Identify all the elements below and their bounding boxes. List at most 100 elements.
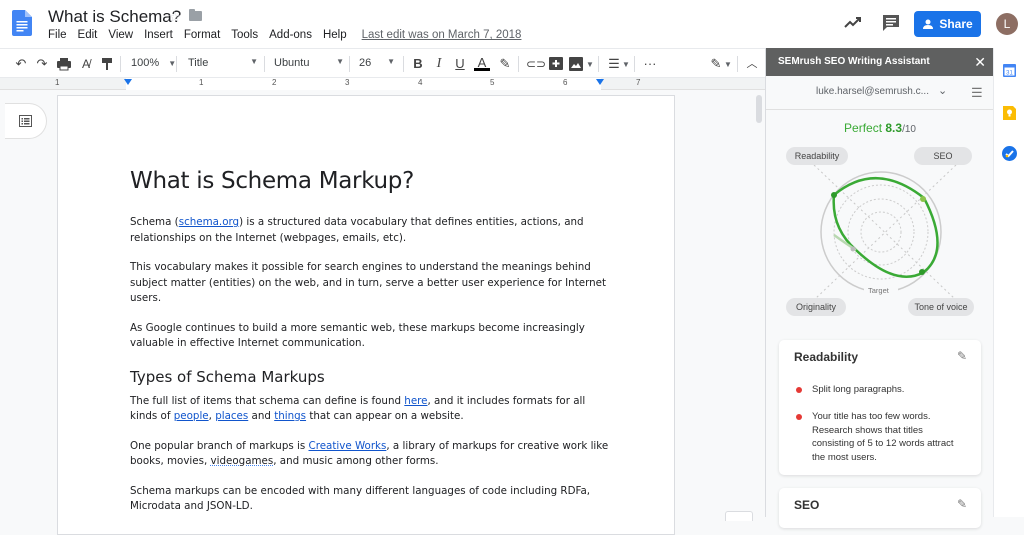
- account-selector[interactable]: luke.harsel@semrush.c...: [816, 86, 929, 97]
- menu-addons[interactable]: Add-ons: [269, 29, 312, 41]
- account-row: luke.harsel@semrush.c... ⌄ ☰: [766, 76, 994, 110]
- underline-button[interactable]: U: [452, 56, 468, 72]
- star-icon[interactable]: ☆: [168, 8, 181, 26]
- font-value: Ubuntu: [274, 57, 310, 69]
- seo-card: SEO ✎: [779, 488, 981, 528]
- here-link[interactable]: here: [404, 395, 427, 407]
- paragraph: This vocabulary makes it possible for se…: [130, 261, 607, 304]
- italic-button[interactable]: I: [431, 56, 447, 72]
- activity-trend-icon[interactable]: [843, 14, 863, 32]
- spellcheck-icon[interactable]: A̸: [78, 56, 94, 72]
- people-link[interactable]: people: [174, 410, 209, 422]
- close-icon[interactable]: ✕: [974, 48, 986, 76]
- ruler-label: 2: [272, 78, 277, 87]
- suggestion-item: Split long paragraphs.: [796, 383, 966, 397]
- last-edit-link[interactable]: Last edit was on March 7, 2018: [362, 29, 522, 41]
- style-value: Title: [188, 57, 209, 69]
- insert-image-icon[interactable]: [568, 56, 584, 72]
- spelling-suggestion[interactable]: videogames: [211, 455, 274, 467]
- ruler-label: 1: [55, 78, 60, 87]
- link-icon[interactable]: ⊂⊃: [526, 56, 546, 72]
- radar-label-seo[interactable]: SEO: [914, 147, 972, 165]
- semrush-sidebar: SEMrush SEO Writing Assistant ✕ luke.har…: [765, 48, 994, 528]
- things-link[interactable]: things: [274, 410, 306, 422]
- creative-works-link[interactable]: Creative Works: [309, 440, 387, 452]
- collapse-toolbar-icon[interactable]: ︿: [744, 56, 760, 72]
- ruler-label: 4: [418, 78, 423, 87]
- document-page[interactable]: What is Schema Markup? Schema (schema.or…: [57, 95, 675, 535]
- keep-icon[interactable]: [1003, 106, 1016, 120]
- document-heading: What is Schema Markup?: [130, 168, 414, 194]
- bold-button[interactable]: B: [410, 56, 426, 72]
- share-button[interactable]: Share: [914, 11, 981, 37]
- edit-pencil-icon[interactable]: ✎: [957, 497, 967, 511]
- folder-icon[interactable]: [189, 9, 202, 21]
- menu-view[interactable]: View: [108, 29, 133, 41]
- document-body[interactable]: What is Schema Markup? Schema (schema.or…: [130, 168, 610, 529]
- radar-target-label: Target: [868, 286, 889, 295]
- comments-icon[interactable]: [882, 14, 900, 32]
- menu-tools[interactable]: Tools: [231, 29, 258, 41]
- menu-file[interactable]: File: [48, 29, 67, 41]
- vertical-scrollbar[interactable]: [756, 95, 762, 123]
- style-select[interactable]: Title ▼: [188, 57, 258, 69]
- radar-label-readability[interactable]: Readability: [786, 147, 848, 165]
- places-link[interactable]: places: [215, 410, 248, 422]
- document-title[interactable]: What is Schema?: [48, 7, 181, 27]
- text-color-button[interactable]: A: [474, 56, 490, 71]
- editing-mode-pencil-icon[interactable]: ✎: [708, 56, 724, 72]
- menu-edit[interactable]: Edit: [78, 29, 98, 41]
- font-size-value: 26: [359, 57, 372, 69]
- chevron-down-icon[interactable]: ⌄: [938, 84, 947, 97]
- docs-logo-icon[interactable]: [12, 10, 32, 36]
- ruler-label: 3: [345, 78, 350, 87]
- zoom-select[interactable]: 100% ▼: [131, 57, 176, 69]
- panel-title: SEMrush SEO Writing Assistant: [778, 56, 930, 67]
- font-size-select[interactable]: 26 ▼: [359, 57, 395, 69]
- menu-format[interactable]: Format: [184, 29, 220, 41]
- explore-button[interactable]: [725, 511, 753, 521]
- undo-icon[interactable]: ↶: [13, 56, 29, 72]
- edit-pencil-icon[interactable]: ✎: [957, 349, 967, 363]
- title-bar: What is Schema? ☆ File Edit View Insert …: [0, 0, 1024, 48]
- card-title: Readability: [794, 350, 859, 364]
- left-indent-marker[interactable]: [124, 79, 132, 85]
- font-select[interactable]: Ubuntu ▼: [274, 57, 344, 69]
- radar-ring: [847, 198, 915, 266]
- card-title: SEO: [794, 498, 820, 512]
- redo-icon[interactable]: ↷: [34, 56, 50, 72]
- calendar-icon[interactable]: 31: [1003, 64, 1016, 77]
- hamburger-menu-icon[interactable]: ☰: [971, 85, 983, 101]
- print-icon[interactable]: [56, 56, 72, 72]
- overall-score: Perfect 8.3/10: [766, 121, 994, 135]
- zoom-value: 100%: [131, 57, 160, 69]
- document-canvas: What is Schema Markup? Schema (schema.or…: [0, 91, 765, 535]
- radar-label-tone[interactable]: Tone of voice: [908, 298, 974, 316]
- tasks-icon[interactable]: [1002, 146, 1017, 161]
- score-label: Perfect: [844, 121, 883, 135]
- menu-insert[interactable]: Insert: [144, 29, 173, 41]
- paragraph: The full list of items that schema can d…: [130, 394, 586, 423]
- radar-ring: [860, 211, 902, 253]
- paint-format-icon[interactable]: [99, 56, 115, 72]
- align-icon[interactable]: ☰: [606, 56, 622, 72]
- user-avatar[interactable]: L: [996, 13, 1018, 35]
- seo-point: [920, 196, 926, 202]
- score-shape: [832, 177, 939, 278]
- paragraph: Schema (schema.org) is a structured data…: [130, 216, 584, 244]
- schema-org-link[interactable]: schema.org: [179, 216, 239, 228]
- right-indent-marker[interactable]: [596, 79, 604, 85]
- readability-point: [831, 192, 837, 198]
- document-subheading: Types of Schema Markups: [130, 367, 325, 386]
- add-comment-icon[interactable]: [548, 56, 564, 72]
- score-radar: Readability SEO Originality Tone of voic…: [776, 140, 991, 325]
- more-options-icon[interactable]: ···: [642, 56, 658, 72]
- suggestion-item: Your title has too few words. Research s…: [796, 410, 966, 464]
- ruler: 1 1 2 3 4 5 6 7: [0, 78, 765, 90]
- radar-label-originality[interactable]: Originality: [786, 298, 846, 316]
- person-add-icon: [923, 19, 934, 29]
- highlight-icon[interactable]: ✎: [497, 56, 513, 72]
- menu-help[interactable]: Help: [323, 29, 347, 41]
- ruler-label: 7: [636, 78, 641, 87]
- document-outline-button[interactable]: [5, 103, 47, 139]
